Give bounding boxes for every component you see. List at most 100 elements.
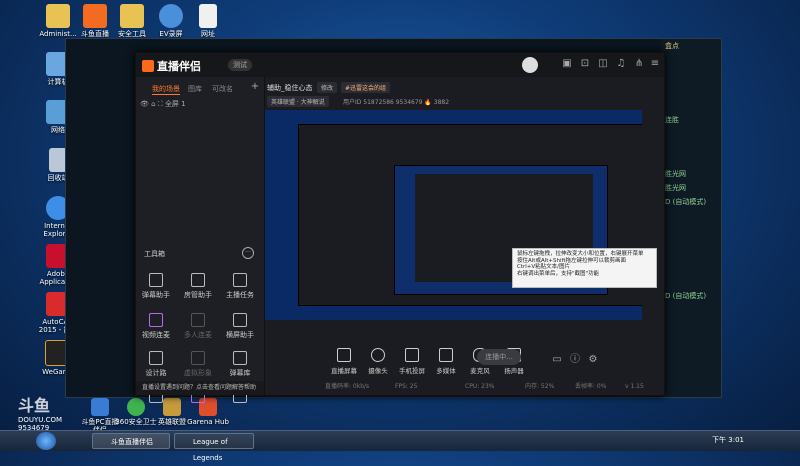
tool-landscape-helper[interactable]: 横屏助手 xyxy=(220,313,260,340)
add-scene-icon[interactable]: + xyxy=(248,80,262,94)
stream-preview[interactable] xyxy=(265,110,642,320)
taskbar-clock[interactable]: 下午 3:01 xyxy=(712,435,744,445)
start-button[interactable] xyxy=(36,432,56,450)
tool-label: 视频连麦 xyxy=(142,331,170,339)
tab-my-scenes[interactable]: 我的场景 xyxy=(152,84,180,95)
tag-chip[interactable]: #迅雷这会的组 xyxy=(341,82,391,93)
version-badge[interactable]: 测试 xyxy=(228,59,252,71)
status-fps: FPS: 25 xyxy=(395,383,418,390)
status-bar: 直播码率: 0kb/s FPS: 25 CPU: 23% 内存: 52% 丢帧率… xyxy=(265,379,664,395)
landscape-icon xyxy=(233,313,247,327)
control-phone-cast[interactable]: 手机投屏 xyxy=(395,348,429,375)
info-icon[interactable]: ⓘ xyxy=(568,353,582,367)
tool-video-link[interactable]: 视频连麦 xyxy=(136,313,176,340)
app-logo: 直播伴侣 xyxy=(142,58,201,74)
avatar-icon xyxy=(191,351,205,365)
tab-gallery[interactable]: 图库 xyxy=(188,84,202,94)
app-logo-icon xyxy=(142,60,154,72)
tool-room-manager[interactable]: 房管助手 xyxy=(178,273,218,300)
tool-label: 横屏助手 xyxy=(226,331,254,339)
desktop-icon-label: Garena Hub xyxy=(187,418,229,426)
eye-icon[interactable]: 👁 xyxy=(140,100,149,108)
douyu-app-icon xyxy=(83,4,107,28)
tool-label: 弹幕助手 xyxy=(142,291,170,299)
scene-item[interactable]: 👁 ⌂ ⛶ 全屏 1 xyxy=(140,99,258,113)
douyu-watermark: 斗鱼 DOUYU.COM 9534679 xyxy=(18,392,62,432)
lol-side-line: 胜光网 xyxy=(665,184,686,192)
tool-multi-link[interactable]: 多人连麦 xyxy=(178,313,218,340)
control-screen-capture[interactable]: 直播屏幕 xyxy=(327,348,361,375)
tool-label: 主播任务 xyxy=(226,291,254,299)
lol-side-line: D (自动模式) xyxy=(665,292,707,300)
tooltip-line: 鼠标左键拖拽，拉伸改变大小和位置，右键展开菜单 xyxy=(517,251,644,257)
edit-title-button[interactable]: 修改 xyxy=(317,82,338,93)
video-link-icon xyxy=(149,313,163,327)
tab-renameable[interactable]: 可改名 xyxy=(212,84,233,94)
watermark-sub: DOUYU.COM xyxy=(18,416,63,424)
more-icon[interactable]: ··· xyxy=(242,247,254,259)
lol-side-line: D (自动模式) xyxy=(665,198,707,206)
layout-icon[interactable]: ▣ xyxy=(560,57,574,71)
tool-streamer-tasks[interactable]: 主播任务 xyxy=(220,273,260,300)
desktop-icon-url[interactable]: 网址 xyxy=(186,4,230,38)
scene-name: 全屏 1 xyxy=(164,100,186,108)
help-notice[interactable]: 直播设置遇到问题？点击查看问题解答帮助 xyxy=(136,381,264,395)
lol-top-right: 盒点 xyxy=(665,42,679,50)
control-label: 麦克风 xyxy=(470,367,490,375)
phone-icon xyxy=(405,348,419,362)
control-label: 手机投屏 xyxy=(399,367,425,375)
tool-label: 虚拟形象 xyxy=(184,369,212,377)
record-video-icon[interactable]: ▭ xyxy=(550,353,564,367)
avatar[interactable] xyxy=(522,57,538,73)
tool-label: 房管助手 xyxy=(184,291,212,299)
lock-icon[interactable]: ⌂ xyxy=(151,100,158,108)
tool-danmu-library[interactable]: 弹幕库 xyxy=(220,351,260,378)
document-icon xyxy=(199,4,217,28)
lock-icon[interactable]: ⊡ xyxy=(578,57,592,71)
record-icon[interactable]: ◫ xyxy=(596,57,610,71)
douyu-app-icon xyxy=(91,398,109,416)
ev-recorder-icon xyxy=(159,4,183,28)
room-meta: 用户ID 51872586 9534679 🔥 3882 xyxy=(343,99,450,106)
desktop-icon-label: 网址 xyxy=(201,30,215,38)
share-icon[interactable]: ⋔ xyxy=(632,57,646,71)
status-bitrate: 直播码率: 0kb/s xyxy=(325,383,370,390)
tools-title: 工具箱 xyxy=(144,250,165,258)
left-panel: 我的场景 图库 可改名 + 👁 ⌂ ⛶ 全屏 1 工具箱 ··· 弹幕助手 房管… xyxy=(136,77,265,403)
tool-design[interactable]: 设计路 xyxy=(136,351,176,378)
folder-icon xyxy=(46,4,70,28)
category-chip[interactable]: 英雄联盟 · 大神解说 xyxy=(267,96,329,107)
download-icon xyxy=(191,313,205,327)
taskbar-item-lol[interactable]: League of Legends xyxy=(174,433,254,462)
taskbar-item-douyu[interactable]: 斗鱼直播伴侣 xyxy=(92,433,170,449)
start-live-button[interactable]: 连播中... xyxy=(477,349,521,365)
control-label: 扬声器 xyxy=(504,367,524,375)
desktop-icon-label: 安全工具 xyxy=(118,30,146,38)
task-icon xyxy=(233,273,247,287)
bell-icon[interactable]: ♫ xyxy=(614,57,628,71)
menu-icon[interactable]: ≡ xyxy=(648,57,662,71)
lol-side-line: 连胜 xyxy=(665,116,679,124)
status-cpu: CPU: 23% xyxy=(465,383,495,390)
user-icon xyxy=(191,273,205,287)
control-camera[interactable]: 摄像头 xyxy=(361,348,395,375)
watermark-brand: 斗鱼 xyxy=(18,396,51,415)
app-titlebar[interactable]: 直播伴侣 测试 ▣ ⊡ ◫ ♫ ⋔ ≡ xyxy=(136,53,664,77)
control-multimedia[interactable]: 多媒体 xyxy=(429,348,463,375)
tool-danmu-helper[interactable]: 弹幕助手 xyxy=(136,273,176,300)
control-label: 多媒体 xyxy=(436,367,456,375)
desktop-icon-security-tools[interactable]: 安全工具 xyxy=(110,4,154,38)
design-icon xyxy=(149,351,163,365)
camera-icon xyxy=(371,348,385,362)
settings-icon[interactable]: ⚙ xyxy=(586,353,600,367)
tool-label: 设计路 xyxy=(145,369,167,377)
tooltip-line: 右键调出菜单后，支持"截图"功能 xyxy=(517,270,600,277)
taskbar: 斗鱼直播伴侣 League of Legends 下午 3:01 xyxy=(0,430,800,462)
tool-label: 多人连麦 xyxy=(184,331,212,339)
streaming-app-window[interactable]: 直播伴侣 测试 ▣ ⊡ ◫ ♫ ⋔ ≡ 我的场景 图库 可改名 + 👁 ⌂ ⛶ … xyxy=(135,52,665,403)
room-title: 辅助_稳住心态 xyxy=(267,84,313,92)
status-version: v 1.15 xyxy=(625,383,644,390)
danmu-icon xyxy=(149,273,163,287)
monitor-icon xyxy=(337,348,351,362)
tool-avatar[interactable]: 虚拟形象 xyxy=(178,351,218,378)
